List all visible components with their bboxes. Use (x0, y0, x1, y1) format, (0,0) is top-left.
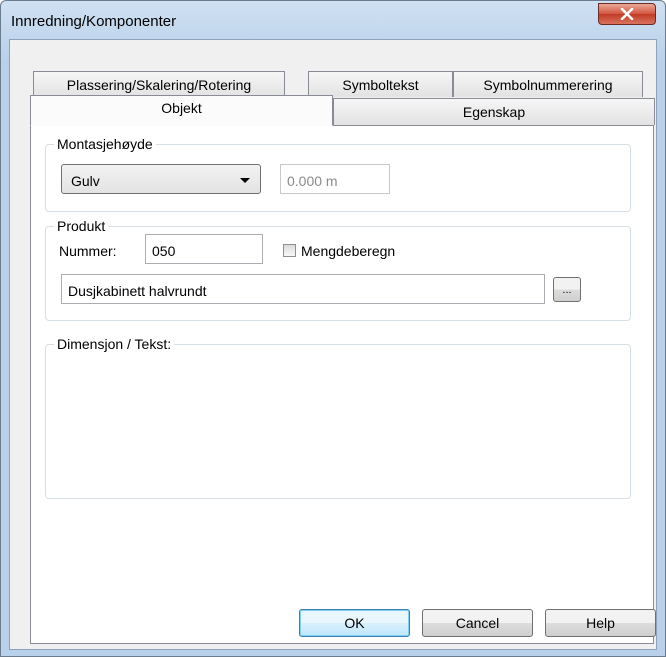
window-title: Innredning/Komponenter (11, 13, 177, 30)
tab-objekt[interactable]: Objekt (30, 95, 333, 126)
group-dimensjon (45, 344, 631, 499)
tab-label: Plassering/Skalering/Rotering (66, 76, 252, 93)
nummer-field[interactable]: 050 (145, 234, 263, 264)
group-label-dimensjon: Dimensjon / Tekst: (54, 336, 175, 352)
ok-button-label: OK (344, 615, 365, 631)
nummer-label: Nummer: (59, 243, 117, 259)
mengdeberegn-label: Mengdeberegn (301, 243, 396, 259)
ok-button[interactable]: OK (299, 609, 410, 637)
tab-label: Symboltekst (342, 76, 419, 93)
tab-symbolnummerering[interactable]: Symbolnummerering (453, 71, 643, 97)
group-label-produkt: Produkt (54, 218, 109, 234)
mengdeberegn-checkbox[interactable] (283, 244, 296, 257)
product-description-value: Dusjkabinett halvrundt (68, 283, 207, 299)
close-icon (620, 8, 634, 20)
product-description-field[interactable]: Dusjkabinett halvrundt (61, 274, 545, 304)
tab-label: Egenskap (462, 104, 526, 120)
chevron-down-icon (240, 178, 250, 183)
tab-label: Objekt (161, 99, 202, 116)
tab-panel-objekt: Montasjehøyde Gulv 0.000 m Produkt Numme… (30, 125, 654, 644)
height-field: 0.000 m (280, 164, 390, 194)
dialog-window: Innredning/Komponenter Plassering/Skaler… (0, 0, 666, 657)
dialog-client: Plassering/Skalering/Rotering Symbolteks… (9, 39, 657, 650)
title-bar[interactable]: Innredning/Komponenter (1, 1, 665, 39)
tab-label: Symbolnummerering (483, 76, 613, 93)
cancel-button-label: Cancel (455, 615, 500, 631)
help-button-label: Help (586, 615, 615, 631)
height-field-value: 0.000 m (287, 173, 338, 189)
cancel-button[interactable]: Cancel (422, 609, 533, 637)
tab-symboltekst[interactable]: Symboltekst (308, 71, 453, 97)
help-button[interactable]: Help (545, 609, 656, 637)
nummer-field-value: 050 (152, 243, 176, 259)
montasje-select[interactable]: Gulv (61, 164, 261, 194)
tab-plassering[interactable]: Plassering/Skalering/Rotering (33, 71, 285, 97)
montasje-select-value: Gulv (71, 173, 100, 189)
close-button[interactable] (598, 3, 656, 25)
group-label-montasjehoyde: Montasjehøyde (54, 136, 156, 152)
tab-egenskap[interactable]: Egenskap (333, 98, 655, 125)
browse-button[interactable]: ... (553, 277, 581, 302)
browse-button-label: ... (562, 283, 572, 296)
